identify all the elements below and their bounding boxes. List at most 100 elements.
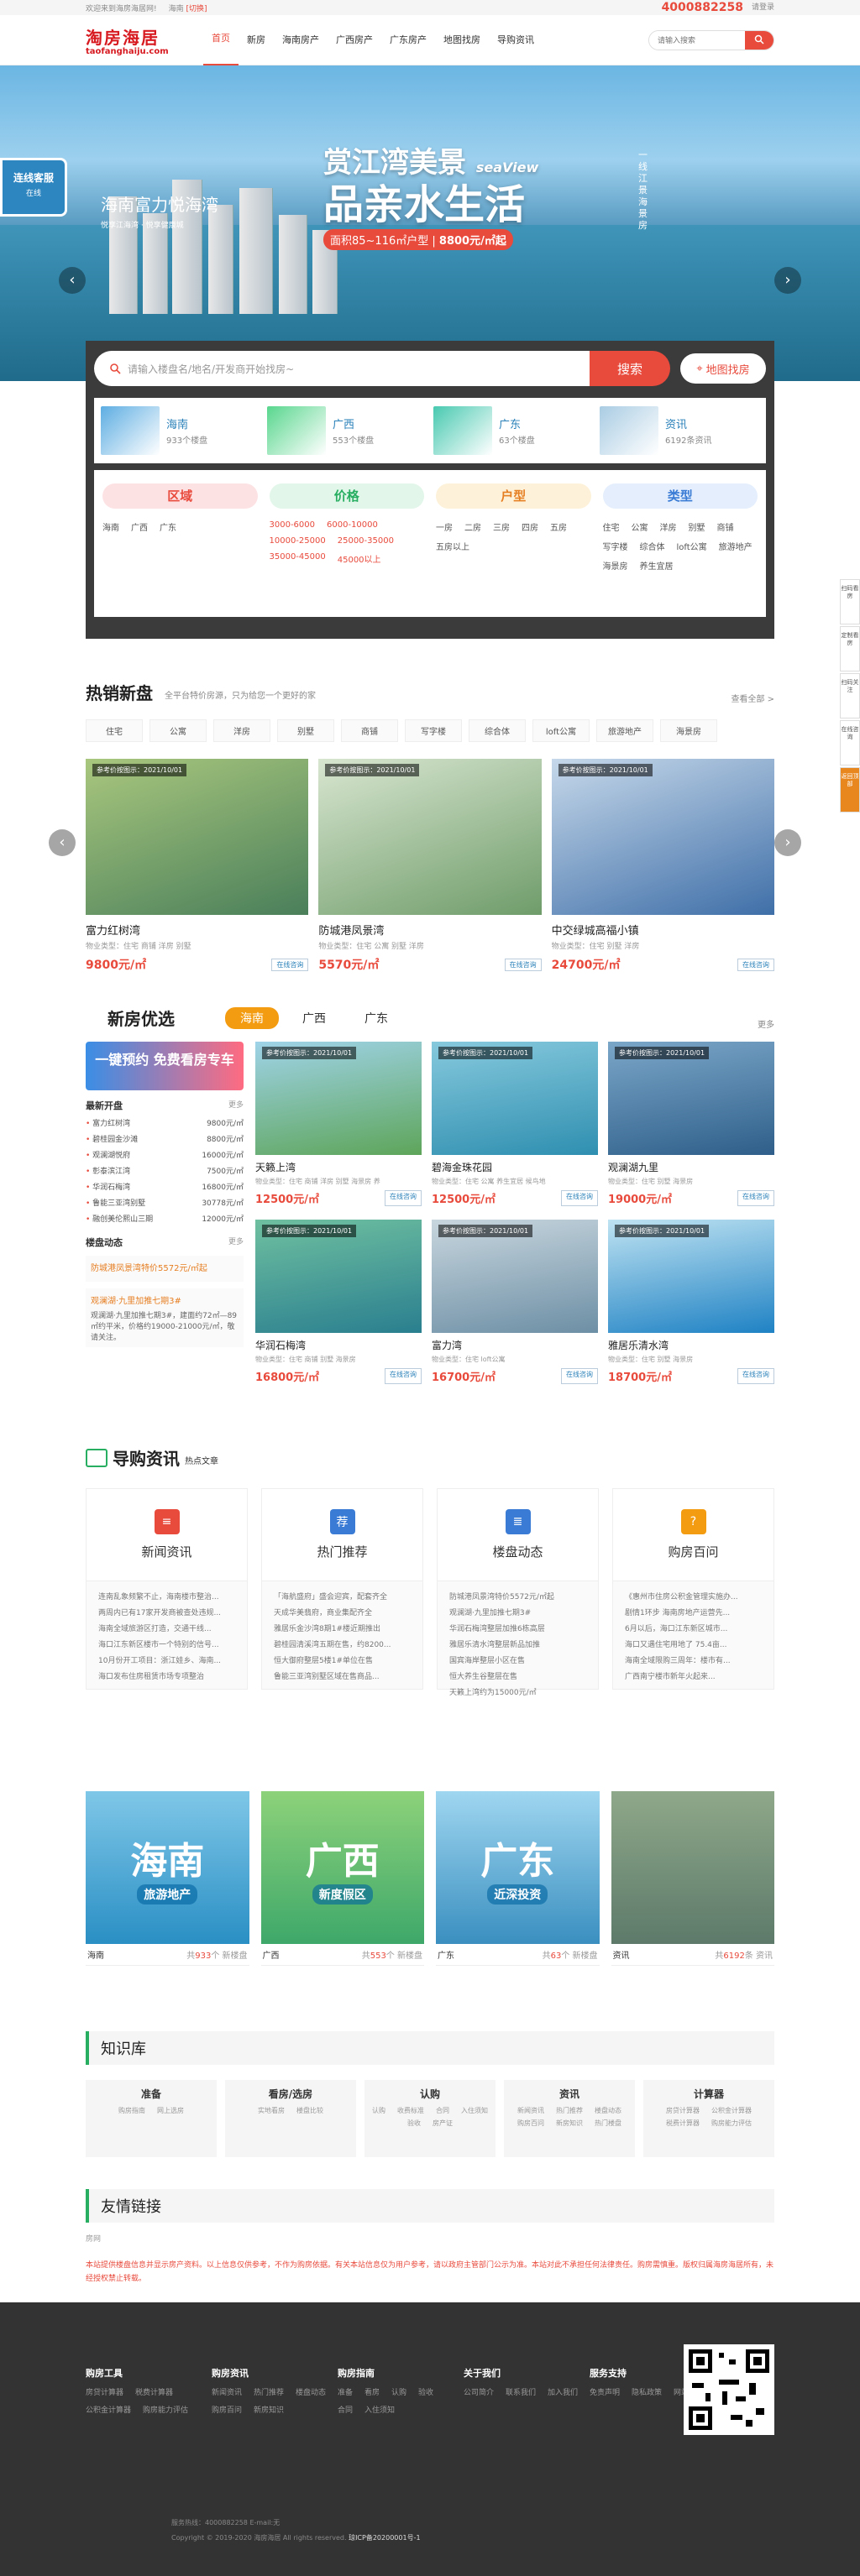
filter-option[interactable]: 二房: [464, 520, 481, 533]
icp-link[interactable]: 琼ICP备20200001号-1: [349, 2534, 420, 2542]
xinfang-card[interactable]: 参考价按图示：2021/10/01 华润石梅湾 物业类型：住宅 商铺 别墅 海景房 1…: [255, 1220, 422, 1384]
site-logo[interactable]: 淘房海居 taofanghaiju.com: [86, 24, 195, 56]
footer-link[interactable]: 公积金计算器: [86, 2404, 131, 2415]
knowledge-link[interactable]: 认购: [372, 2106, 385, 2115]
banner-next-arrow[interactable]: ›: [774, 267, 801, 294]
guide-card[interactable]: ? 购房百问 《惠州市住房公积金管理实施办... 剧情1环步 海南房地产运营先... 6…: [612, 1488, 774, 1690]
footer-link[interactable]: 购房百问: [212, 2404, 242, 2415]
friend-link[interactable]: 房网: [86, 2235, 101, 2244]
guide-article-link[interactable]: 《惠州市住房公积金管理实施办...: [625, 1590, 762, 1606]
nav-item[interactable]: 新房: [239, 15, 274, 65]
main-search-input[interactable]: 请输入楼盘名/地名/开发商开始找房~: [94, 351, 590, 386]
guide-card-title[interactable]: 新闻资讯: [141, 1543, 191, 1560]
sidebar-button[interactable]: 返回顶部: [840, 767, 860, 813]
hot-card-image[interactable]: 参考价按图示：2021/10/01: [318, 759, 542, 915]
footer-link[interactable]: 合同: [338, 2404, 353, 2415]
consult-button[interactable]: 在线咨询: [504, 958, 542, 971]
latest-more-link[interactable]: 更多: [228, 1099, 244, 1112]
knowledge-link[interactable]: 购房能力评估: [711, 2119, 752, 2128]
filter-option[interactable]: 公寓: [632, 520, 648, 533]
xinfang-card-name[interactable]: 雅居乐清水湾: [608, 1338, 774, 1352]
guide-article-link[interactable]: 恒大御府整层5楼1#单位在售: [274, 1654, 411, 1669]
xinfang-card-name[interactable]: 华润石梅湾: [255, 1338, 422, 1352]
filter-option[interactable]: 洋房: [660, 520, 677, 533]
guide-article-link[interactable]: 观澜湖·九里加推七期3#: [449, 1606, 586, 1622]
guide-article-link[interactable]: 天籁上湾约为15000元/㎡: [449, 1685, 586, 1701]
guide-article-link[interactable]: 海口又遇住宅用地了 75.4亩...: [625, 1638, 762, 1654]
filter-option[interactable]: 住宅: [603, 520, 620, 533]
sidebar-button[interactable]: 在线咨询: [840, 720, 860, 765]
guide-card[interactable]: ≣ 楼盘动态 防城港凤景湾特价5572元/㎡起 观澜湖·九里加推七期3# 华润石梅湾整层…: [437, 1488, 599, 1697]
guide-article-link[interactable]: 天成华美翡府，商业集配齐全: [274, 1606, 411, 1622]
nav-item[interactable]: 地图找房: [435, 15, 489, 65]
xinfang-card-name[interactable]: 碧海金珠花园: [432, 1160, 598, 1174]
consult-button[interactable]: 在线咨询: [271, 958, 309, 971]
hot-card[interactable]: 参考价按图示：2021/10/01 富力红树湾 物业类型：住宅 商铺 洋房 别墅 98…: [86, 759, 309, 973]
xinfang-tab[interactable]: 海南: [225, 1006, 279, 1029]
knowledge-link[interactable]: 购房指南: [118, 2106, 145, 2115]
consult-button[interactable]: 在线咨询: [737, 1190, 774, 1206]
guide-article-link[interactable]: 国宾海岸整层小区在售: [449, 1654, 586, 1669]
hot-tag[interactable]: 公寓: [149, 719, 207, 742]
footer-link[interactable]: 热门推荐: [254, 2386, 284, 2397]
latest-item[interactable]: 观澜湖悦府 16000元/㎡: [86, 1149, 244, 1160]
filter-option[interactable]: 写字楼: [603, 540, 628, 552]
filter-option[interactable]: 35000-45000: [270, 552, 326, 565]
xinfang-tab[interactable]: 广西: [287, 1007, 341, 1029]
region-card-image[interactable]: 海南 旅游地产: [86, 1791, 249, 1944]
online-service-badge[interactable]: 连线客服 在线: [0, 158, 67, 217]
latest-item[interactable]: 华润石梅湾 16800元/㎡: [86, 1181, 244, 1192]
footer-link[interactable]: 准备: [338, 2386, 353, 2397]
guide-card[interactable]: ≡ 新闻资讯 连南乱象频繁不止，海南楼市整治... 两周内已有17家开发商被查处违规.…: [86, 1488, 248, 1690]
footer-link[interactable]: 免责声明: [590, 2386, 620, 2397]
guide-article-link[interactable]: 海南全域旅游区打造，交通干线...: [98, 1622, 235, 1638]
login-link[interactable]: 请登录: [752, 1, 774, 14]
consult-button[interactable]: 在线咨询: [737, 958, 774, 971]
consult-button[interactable]: 在线咨询: [737, 1368, 774, 1384]
guide-article-link[interactable]: 两周内已有17家开发商被查处违规...: [98, 1606, 235, 1622]
knowledge-link[interactable]: 热门楼盘: [595, 2119, 621, 2128]
footer-link[interactable]: 税费计算器: [135, 2386, 173, 2397]
filter-option[interactable]: 3000-6000: [270, 520, 316, 530]
guide-article-link[interactable]: 雅居乐金沙湾8期1#楼近期推出: [274, 1622, 411, 1638]
xinfang-card[interactable]: 参考价按图示：2021/10/01 碧海金珠花园 物业类型：住宅 公寓 养生宜居 候…: [432, 1042, 598, 1206]
filter-option[interactable]: 海南: [102, 520, 119, 533]
knowledge-link[interactable]: 新房知识: [556, 2119, 583, 2128]
region-card-image[interactable]: 广东 近深投资: [436, 1791, 600, 1944]
guide-article-link[interactable]: 防城港凤景湾特价5572元/㎡起: [449, 1590, 586, 1606]
guide-article-link[interactable]: 恒大养生谷整层在售: [449, 1669, 586, 1685]
xinfang-tab[interactable]: 广东: [349, 1007, 403, 1029]
hot-tag[interactable]: 洋房: [213, 719, 270, 742]
region-card[interactable]: 海南 旅游地产 海南 共933个 新楼盘: [86, 1791, 249, 1966]
guide-article-link[interactable]: 雅居乐清水湾整层新品加推: [449, 1638, 586, 1654]
footer-link[interactable]: 购房能力评估: [143, 2404, 188, 2415]
switch-city-link[interactable]: [切换]: [186, 5, 207, 13]
hot-tag[interactable]: 写字楼: [405, 719, 462, 742]
footer-link[interactable]: 隐私政策: [632, 2386, 662, 2397]
filter-option[interactable]: 五房以上: [436, 540, 469, 552]
filter-option[interactable]: 商铺: [717, 520, 734, 533]
news-item[interactable]: 防城港凤景湾特价5572元/㎡起: [86, 1256, 244, 1282]
knowledge-link[interactable]: 公积金计算器: [711, 2106, 752, 2115]
xinfang-card[interactable]: 参考价按图示：2021/10/01 富力湾 物业类型：住宅 loft公寓 16700元…: [432, 1220, 598, 1384]
filter-option[interactable]: 养生宜居: [640, 559, 674, 572]
hot-tag[interactable]: 商铺: [341, 719, 398, 742]
filter-option[interactable]: 广东: [160, 520, 176, 533]
region-item[interactable]: 广东 63个楼盘: [433, 406, 585, 455]
footer-link[interactable]: 新房知识: [254, 2404, 284, 2415]
region-card-image[interactable]: 广西 新度假区: [260, 1791, 424, 1944]
knowledge-link[interactable]: 楼盘比较: [296, 2106, 323, 2115]
hot-card-name[interactable]: 富力红树湾: [86, 922, 308, 938]
hot-card-image[interactable]: 参考价按图示：2021/10/01: [86, 759, 309, 915]
knowledge-link[interactable]: 房产证: [433, 2119, 453, 2128]
news-item[interactable]: 观澜湖·九里加推七期3# 观澜湖·九里加推七期3#，建面约72㎡—89㎡约平米，价…: [86, 1288, 244, 1347]
hot-card-name[interactable]: 中交绿城高福小镇: [552, 922, 774, 938]
xinfang-more-link[interactable]: 更多: [758, 1017, 774, 1030]
xinfang-card-image[interactable]: 参考价按图示：2021/10/01: [432, 1042, 598, 1155]
xinfang-card[interactable]: 参考价按图示：2021/10/01 观澜湖九里 物业类型：住宅 别墅 海景房 1900…: [608, 1042, 774, 1206]
guide-card-title[interactable]: 购房百问: [668, 1543, 718, 1560]
hot-more-link[interactable]: 查看全部 >: [731, 692, 774, 704]
latest-item[interactable]: 富力红树湾 9800元/㎡: [86, 1117, 244, 1128]
guide-article-link[interactable]: 剧情1环步 海南房地产运营先...: [625, 1606, 762, 1622]
header-search-input[interactable]: [649, 31, 745, 50]
